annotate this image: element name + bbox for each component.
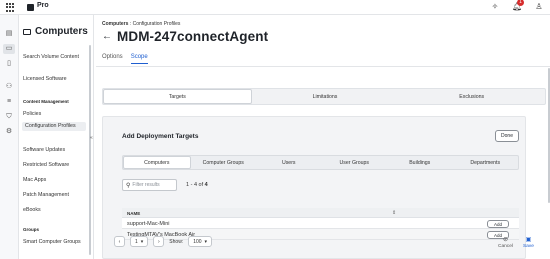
collapse-sidebar-icon[interactable]: « — [90, 135, 93, 141]
page-select[interactable]: 1 ▾ — [130, 236, 149, 247]
sidebar-item-smart-computer-groups[interactable]: Smart Computer Groups — [23, 239, 89, 246]
table-header: NAME ⇕ — [122, 208, 519, 218]
table-row: support-Mac-Mini Add — [122, 218, 519, 229]
page-select-value: 1 — [135, 238, 138, 245]
column-header-name[interactable]: NAME — [127, 211, 140, 216]
tab-options[interactable]: Options — [102, 54, 123, 64]
scope-segmented-control: Targets Limitations Exclusions — [102, 88, 546, 105]
main-content: Computers : Configuration Profiles ← MDM… — [96, 15, 550, 259]
sort-icon[interactable]: ⇕ — [392, 210, 396, 216]
target-tab-user-groups[interactable]: User Groups — [322, 156, 388, 169]
page-title: MDM-247connectAgent — [117, 29, 269, 44]
previous-page-button[interactable]: ‹ — [114, 236, 125, 247]
chevron-down-icon: ▾ — [140, 238, 144, 245]
product-name: Pro — [37, 2, 49, 9]
results-count: 1 - 4 of 4 — [186, 182, 208, 188]
page-size-select[interactable]: 100 ▾ — [188, 236, 213, 247]
add-button[interactable]: Add — [487, 220, 509, 228]
sparkle-icon[interactable]: ✧ — [490, 2, 500, 12]
results-count-prefix: 1 - 4 of — [186, 182, 204, 188]
cancel-button[interactable]: ⊘ Cancel — [498, 236, 513, 249]
scope-tab-targets[interactable]: Targets — [103, 89, 252, 104]
sidebar-item-licensed-software[interactable]: Licensed Software — [23, 76, 89, 83]
sidebar-item-mac-apps[interactable]: Mac Apps — [23, 177, 89, 184]
page-size-label: Show: — [169, 238, 184, 245]
computer-name-cell: support-Mac-Mini — [127, 221, 170, 227]
cancel-icon: ⊘ — [502, 237, 508, 243]
notification-bell-icon[interactable]: 🔔︎ 1 — [512, 0, 524, 12]
devices-icon[interactable]: ▯ — [3, 59, 15, 69]
form-actions: ⊘ Cancel ▣ Save — [498, 236, 534, 249]
breadcrumb-current: Configuration Profiles — [132, 21, 181, 27]
app-grid-icon[interactable] — [6, 3, 15, 12]
sidebar-item-search-volume-content[interactable]: Search Volume Content — [23, 54, 89, 61]
top-bar: Pro ✧ 🔔︎ 1 ♙ — [0, 0, 550, 15]
filter-search-box[interactable]: ⚲ — [122, 179, 177, 191]
computers-icon[interactable]: ▭ — [3, 44, 15, 54]
product-logo-icon — [27, 4, 34, 11]
dashboard-icon[interactable]: ▤ — [3, 29, 15, 39]
next-page-button[interactable]: › — [153, 236, 165, 247]
sidebar-item-restricted-software[interactable]: Restricted Software — [23, 162, 89, 169]
breadcrumb-root[interactable]: Computers — [102, 21, 128, 27]
scope-tab-limitations[interactable]: Limitations — [252, 89, 399, 104]
chevron-down-icon: ▾ — [204, 238, 208, 245]
users-icon[interactable]: ⚇ — [3, 82, 15, 92]
breadcrumb: Computers : Configuration Profiles — [102, 21, 180, 27]
target-tab-computer-groups[interactable]: Computer Groups — [191, 156, 257, 169]
pagination: ‹ 1 ▾ › Show: 100 ▾ — [114, 236, 213, 247]
computers-sidebar: Computers Search Volume Content Licensed… — [19, 15, 94, 259]
gear-icon[interactable]: ⚙ — [3, 127, 15, 137]
sidebar-group-groups: Groups — [23, 227, 40, 232]
page-size-value: 100 — [193, 238, 202, 245]
left-nav-rail: ▤ ▭ ▯ ⚇ ≡ ⛉ ⚙ — [0, 15, 19, 259]
results-count-total: 4 — [204, 182, 208, 188]
search-icon: ⚲ — [126, 182, 131, 189]
done-button[interactable]: Done — [495, 130, 519, 142]
target-type-segmented-control: Computers Computer Groups Users User Gro… — [122, 155, 519, 170]
title-row: ← MDM-247connectAgent — [102, 29, 268, 44]
tabs-divider — [96, 66, 550, 67]
sidebar-title: Computers — [35, 26, 88, 37]
sidebar-header: Computers — [23, 26, 88, 37]
sidebar-group-content-management: Content Management — [23, 99, 69, 104]
save-label: Save — [522, 244, 534, 249]
target-tab-computers[interactable]: Computers — [123, 156, 191, 169]
tab-scope[interactable]: Scope — [130, 54, 148, 64]
sidebar-item-configuration-profiles[interactable]: Configuration Profiles — [22, 122, 86, 131]
top-right-controls: ✧ 🔔︎ 1 ♙ — [490, 0, 544, 12]
sidebar-scrollbar[interactable] — [89, 45, 91, 255]
scope-tab-exclusions[interactable]: Exclusions — [398, 89, 545, 104]
computer-icon — [23, 28, 31, 35]
notification-badge: 1 — [517, 0, 524, 6]
sidebar-item-ebooks[interactable]: eBooks — [23, 207, 89, 214]
target-tab-users[interactable]: Users — [256, 156, 322, 169]
user-account-icon[interactable]: ♙ — [534, 2, 544, 12]
settings-sliders-icon[interactable]: ≡ — [3, 97, 15, 107]
target-tab-departments[interactable]: Departments — [453, 156, 519, 169]
sidebar-item-policies[interactable]: Policies — [23, 111, 89, 118]
filter-input[interactable] — [132, 182, 177, 188]
shield-icon[interactable]: ⛉ — [3, 112, 15, 122]
target-tab-buildings[interactable]: Buildings — [387, 156, 453, 169]
sidebar-item-patch-management[interactable]: Patch Management — [23, 192, 89, 199]
save-button[interactable]: ▣ Save — [523, 236, 534, 249]
save-icon: ▣ — [525, 237, 532, 243]
breadcrumb-separator: : — [129, 21, 132, 27]
back-arrow-icon[interactable]: ← — [102, 31, 112, 42]
page-tabs: Options Scope — [102, 54, 148, 64]
panel-title: Add Deployment Targets — [122, 133, 199, 140]
cancel-label: Cancel — [498, 244, 513, 249]
sidebar-item-software-updates[interactable]: Software Updates — [23, 147, 89, 154]
